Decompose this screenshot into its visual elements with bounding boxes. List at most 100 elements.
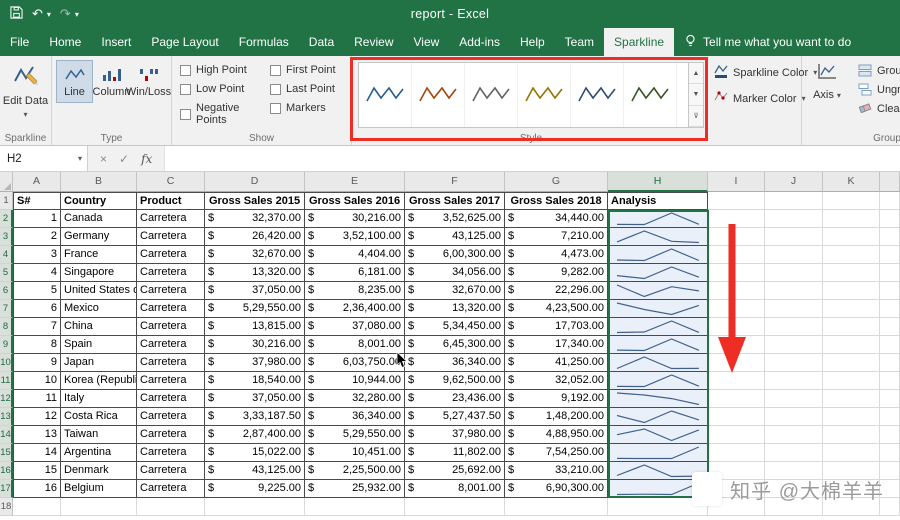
cell-J7[interactable] xyxy=(765,300,823,318)
cell-F17[interactable]: $8,001.00 xyxy=(405,480,505,498)
cell-I11[interactable] xyxy=(708,372,765,390)
sparkline-style-option-3[interactable] xyxy=(465,63,518,127)
cell-A2[interactable]: 1 xyxy=(13,210,61,228)
cell-x4[interactable] xyxy=(880,246,900,264)
checkbox-box[interactable] xyxy=(180,65,191,76)
cell-D2[interactable]: $32,370.00 xyxy=(205,210,305,228)
cell-x15[interactable] xyxy=(880,444,900,462)
cell-K2[interactable] xyxy=(823,210,880,228)
cell-H10[interactable] xyxy=(608,354,708,372)
cell-D18[interactable] xyxy=(205,498,305,516)
cell-B13[interactable]: Costa Rica xyxy=(61,408,137,426)
cell-H1[interactable]: Analysis xyxy=(608,192,708,210)
cell-K12[interactable] xyxy=(823,390,880,408)
row-header-1[interactable]: 1 xyxy=(0,192,13,210)
cell-A4[interactable]: 3 xyxy=(13,246,61,264)
cell-F6[interactable]: $32,670.00 xyxy=(405,282,505,300)
cell-G13[interactable]: $1,48,200.00 xyxy=(505,408,608,426)
row-header-3[interactable]: 3 xyxy=(0,228,13,246)
cell-I3[interactable] xyxy=(708,228,765,246)
cell-F2[interactable]: $3,52,625.00 xyxy=(405,210,505,228)
cell-E15[interactable]: $10,451.00 xyxy=(305,444,405,462)
gallery-more-icon[interactable]: ⊽ xyxy=(689,106,703,127)
cell-A3[interactable]: 2 xyxy=(13,228,61,246)
tell-me-box[interactable]: Tell me what you want to do xyxy=(674,28,861,56)
cell-D14[interactable]: $2,87,400.00 xyxy=(205,426,305,444)
tab-sparkline[interactable]: Sparkline xyxy=(604,28,674,56)
cell-I14[interactable] xyxy=(708,426,765,444)
cell-D8[interactable]: $13,815.00 xyxy=(205,318,305,336)
cell-A15[interactable]: 14 xyxy=(13,444,61,462)
checkbox-box[interactable] xyxy=(270,65,281,76)
cell-C8[interactable]: Carretera xyxy=(137,318,205,336)
cell-K14[interactable] xyxy=(823,426,880,444)
checkbox-negative-points[interactable]: Negative Points xyxy=(180,102,266,126)
cell-A18[interactable] xyxy=(13,498,61,516)
cell-A6[interactable]: 5 xyxy=(13,282,61,300)
cell-H4[interactable] xyxy=(608,246,708,264)
cell-G11[interactable]: $32,052.00 xyxy=(505,372,608,390)
tab-data[interactable]: Data xyxy=(299,28,344,56)
cell-A9[interactable]: 8 xyxy=(13,336,61,354)
cell-I9[interactable] xyxy=(708,336,765,354)
cell-I7[interactable] xyxy=(708,300,765,318)
cell-J3[interactable] xyxy=(765,228,823,246)
cell-B12[interactable]: Italy xyxy=(61,390,137,408)
cell-D1[interactable]: Gross Sales 2015 xyxy=(205,192,305,210)
cell-x11[interactable] xyxy=(880,372,900,390)
cell-H11[interactable] xyxy=(608,372,708,390)
cell-H15[interactable] xyxy=(608,444,708,462)
row-header-2[interactable]: 2 xyxy=(0,210,13,228)
cell-G5[interactable]: $9,282.00 xyxy=(505,264,608,282)
cell-x10[interactable] xyxy=(880,354,900,372)
checkbox-markers[interactable]: Markers xyxy=(270,102,356,114)
cell-E18[interactable] xyxy=(305,498,405,516)
cell-x12[interactable] xyxy=(880,390,900,408)
cell-A12[interactable]: 11 xyxy=(13,390,61,408)
cell-C15[interactable]: Carretera xyxy=(137,444,205,462)
cell-C4[interactable]: Carretera xyxy=(137,246,205,264)
column-header-D[interactable]: D xyxy=(205,172,305,192)
cell-K13[interactable] xyxy=(823,408,880,426)
cell-C12[interactable]: Carretera xyxy=(137,390,205,408)
tab-insert[interactable]: Insert xyxy=(91,28,141,56)
row-header-16[interactable]: 16 xyxy=(0,462,13,480)
cell-x1[interactable] xyxy=(880,192,900,210)
cell-x13[interactable] xyxy=(880,408,900,426)
cell-A16[interactable]: 15 xyxy=(13,462,61,480)
cell-F4[interactable]: $6,00,300.00 xyxy=(405,246,505,264)
cell-E13[interactable]: $36,340.00 xyxy=(305,408,405,426)
cell-C1[interactable]: Product xyxy=(137,192,205,210)
column-header-B[interactable]: B xyxy=(61,172,137,192)
cell-D5[interactable]: $13,320.00 xyxy=(205,264,305,282)
row-header-9[interactable]: 9 xyxy=(0,336,13,354)
cell-F14[interactable]: $37,980.00 xyxy=(405,426,505,444)
tab-add-ins[interactable]: Add-ins xyxy=(449,28,510,56)
cell-x8[interactable] xyxy=(880,318,900,336)
cell-F13[interactable]: $5,27,437.50 xyxy=(405,408,505,426)
ungroup-button[interactable]: Ungroup xyxy=(858,83,900,96)
cell-D7[interactable]: $5,29,550.00 xyxy=(205,300,305,318)
cell-E2[interactable]: $30,216.00 xyxy=(305,210,405,228)
cell-J4[interactable] xyxy=(765,246,823,264)
cell-H3[interactable] xyxy=(608,228,708,246)
cell-D16[interactable]: $43,125.00 xyxy=(205,462,305,480)
cell-F11[interactable]: $9,62,500.00 xyxy=(405,372,505,390)
cell-J9[interactable] xyxy=(765,336,823,354)
cell-B11[interactable]: Korea (Republic xyxy=(61,372,137,390)
column-header-A[interactable]: A xyxy=(13,172,61,192)
cell-H8[interactable] xyxy=(608,318,708,336)
row-header-15[interactable]: 15 xyxy=(0,444,13,462)
cell-x6[interactable] xyxy=(880,282,900,300)
cell-E14[interactable]: $5,29,550.00 xyxy=(305,426,405,444)
cell-J8[interactable] xyxy=(765,318,823,336)
edit-data-button[interactable]: Edit Data ▾ xyxy=(0,56,51,121)
cell-B5[interactable]: Singapore xyxy=(61,264,137,282)
group-button[interactable]: Group xyxy=(858,64,900,77)
cell-x7[interactable] xyxy=(880,300,900,318)
sparkline-style-option-4[interactable] xyxy=(518,63,571,127)
cell-C7[interactable]: Carretera xyxy=(137,300,205,318)
cell-I2[interactable] xyxy=(708,210,765,228)
cell-C6[interactable]: Carretera xyxy=(137,282,205,300)
cell-J2[interactable] xyxy=(765,210,823,228)
